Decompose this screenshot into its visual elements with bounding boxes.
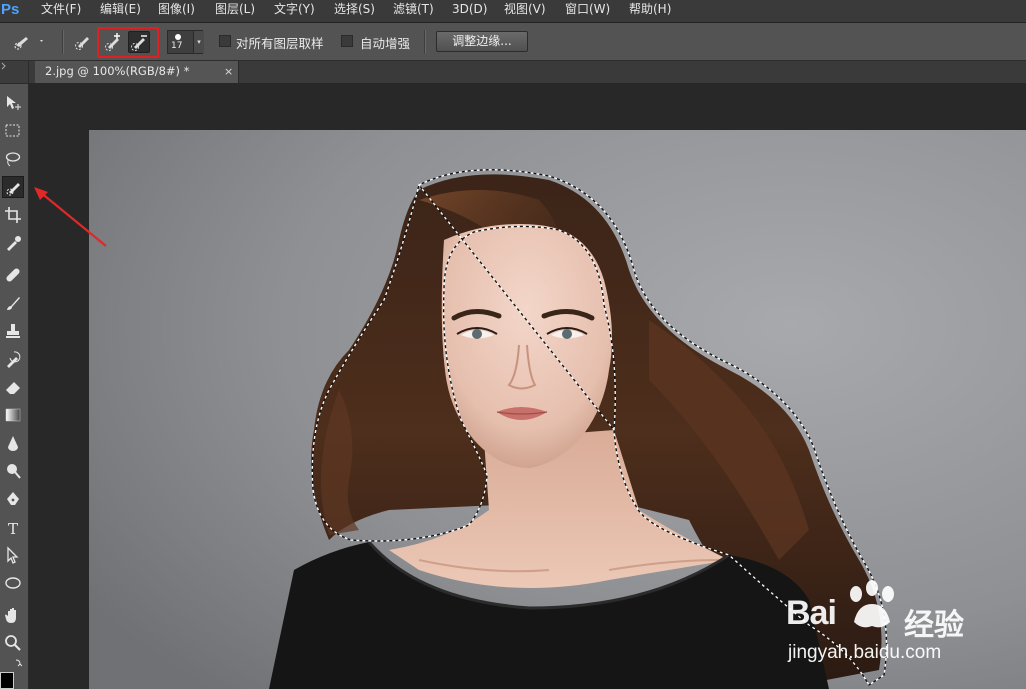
healing-brush-tool[interactable] — [2, 264, 24, 286]
eyedropper-tool[interactable] — [2, 232, 24, 254]
annotation-arrow-icon — [34, 187, 107, 247]
lasso-tool[interactable] — [2, 148, 24, 170]
stamp-icon — [6, 324, 20, 338]
highlight-box — [97, 27, 159, 58]
menu-image[interactable]: 图像(I) — [158, 0, 195, 22]
dodge-tool[interactable] — [2, 460, 24, 482]
crop-icon — [5, 207, 21, 223]
separator — [62, 30, 64, 54]
rect-marquee-icon — [5, 124, 20, 137]
foreground-color-swatch[interactable] — [0, 672, 14, 689]
sample-all-layers-label: 对所有图层取样 — [236, 36, 324, 51]
watermark-url: jingyah.baidu.com — [788, 642, 942, 663]
path-selection-tool[interactable] — [2, 544, 24, 566]
pen-icon — [7, 492, 19, 505]
brush-tool[interactable] — [2, 292, 24, 314]
menu-layer[interactable]: 图层(L) — [215, 0, 255, 22]
tools-panel: T — [0, 61, 29, 689]
tool-preset-picker[interactable] — [12, 30, 43, 52]
watermark-brand: Bai — [786, 594, 837, 632]
ellipse-icon — [5, 577, 21, 589]
zoom-tool[interactable] — [2, 632, 24, 654]
menu-select[interactable]: 选择(S) — [334, 0, 375, 22]
brush-size-picker[interactable]: 17 ▾ — [167, 30, 204, 54]
pen-tool[interactable] — [2, 488, 24, 510]
history-brush-icon — [7, 351, 21, 368]
menu-type[interactable]: 文字(Y) — [274, 0, 315, 22]
new-selection-brush-icon — [75, 37, 89, 50]
hand-icon — [5, 608, 16, 623]
brush-icon — [7, 297, 20, 310]
quick-selection-icon — [14, 37, 43, 50]
quick-selection-tool-icon — [6, 183, 20, 196]
brush-size-value: 17 — [171, 41, 183, 51]
move-icon — [7, 96, 21, 110]
refine-edge-button[interactable]: 调整边缘... — [436, 31, 528, 52]
menu-bar: Ps 文件(F) 编辑(E) 图像(I) 图层(L) 文字(Y) 选择(S) 滤… — [0, 0, 1026, 23]
quick-selection-tool[interactable] — [2, 176, 24, 198]
type-tool[interactable]: T — [2, 516, 24, 538]
swap-colors-icon — [15, 659, 22, 667]
blur-tool[interactable] — [2, 432, 24, 454]
gradient-icon — [5, 408, 21, 422]
clone-stamp-tool[interactable] — [2, 320, 24, 342]
crop-tool[interactable] — [2, 204, 24, 226]
gradient-tool[interactable] — [2, 404, 24, 426]
eraser-icon — [6, 382, 20, 394]
baidu-paw-icon — [850, 580, 894, 628]
sample-all-layers-checkbox[interactable] — [219, 35, 231, 47]
photoshop-logo: Ps — [1, 1, 20, 18]
brush-tip-icon — [175, 34, 181, 40]
watermark-brand-suffix: 经验 — [904, 608, 964, 643]
menu-view[interactable]: 视图(V) — [504, 0, 546, 22]
menu-filter[interactable]: 滤镜(T) — [393, 0, 434, 22]
menu-window[interactable]: 窗口(W) — [565, 0, 610, 22]
lasso-icon — [5, 152, 21, 167]
watermark: Bai 经验 jingyah.baidu.com — [786, 578, 1026, 678]
hand-tool[interactable] — [2, 604, 24, 626]
menu-file[interactable]: 文件(F) — [41, 0, 81, 22]
move-tool[interactable] — [2, 92, 24, 114]
document-tab-title: 2.jpg @ 100%(RGB/8#) * — [45, 64, 190, 78]
chevron-down-icon: ▾ — [193, 31, 204, 53]
marquee-tool[interactable] — [2, 120, 24, 142]
dodge-icon — [7, 464, 21, 479]
collapse-arrows-icon — [1, 62, 6, 70]
eyedropper-icon — [7, 236, 21, 251]
menu-edit[interactable]: 编辑(E) — [100, 0, 141, 22]
auto-enhance-checkbox[interactable] — [341, 35, 353, 47]
menu-3d[interactable]: 3D(D) — [452, 0, 487, 22]
menu-help[interactable]: 帮助(H) — [629, 0, 671, 22]
document-tab[interactable]: 2.jpg @ 100%(RGB/8#) * × — [35, 61, 239, 83]
close-icon[interactable]: × — [224, 61, 233, 82]
path-select-icon — [7, 546, 19, 564]
droplet-icon — [8, 436, 18, 451]
eraser-tool[interactable] — [2, 376, 24, 398]
new-selection-button[interactable] — [72, 30, 94, 52]
document-tab-bar: 2.jpg @ 100%(RGB/8#) * × — [29, 61, 1026, 83]
bandage-icon — [6, 268, 20, 282]
zoom-icon — [5, 635, 21, 651]
shape-tool[interactable] — [2, 572, 24, 594]
separator — [424, 30, 426, 54]
history-brush-tool[interactable] — [2, 348, 24, 370]
auto-enhance-label: 自动增强 — [360, 36, 411, 51]
type-icon: T — [8, 520, 19, 538]
panel-grip[interactable] — [0, 61, 28, 84]
